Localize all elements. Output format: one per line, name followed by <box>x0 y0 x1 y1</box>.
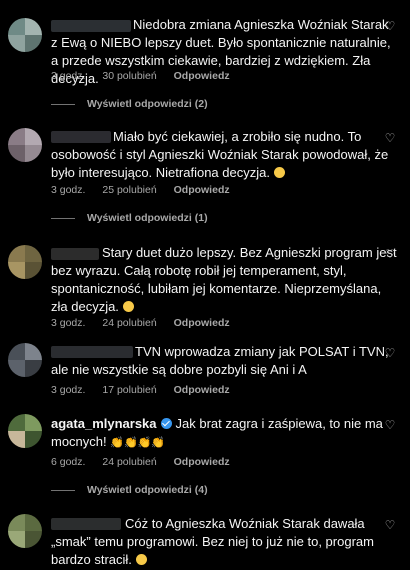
comment-text: TVN wprowadza zmiany jak POLSAT i TVN, a… <box>51 344 389 377</box>
like-heart-icon[interactable]: ♡ <box>384 419 396 431</box>
avatar[interactable] <box>8 18 42 52</box>
avatar[interactable] <box>8 514 42 548</box>
comment-likes[interactable]: 24 polubień <box>102 317 156 329</box>
disappointed-emoji-icon <box>122 301 134 312</box>
comment-time: 3 godz. <box>51 317 86 329</box>
like-heart-icon[interactable]: ♡ <box>384 347 396 359</box>
avatar[interactable] <box>8 343 42 377</box>
view-replies-button[interactable]: Wyświetl odpowiedzi (1) <box>51 212 208 224</box>
comment-meta: 3 godz. 30 polubień Odpowiedz <box>51 70 244 82</box>
comment-text: Stary duet dużo lepszy. Bez Agnieszki pr… <box>51 245 397 314</box>
reply-button[interactable]: Odpowiedz <box>174 456 230 468</box>
replies-divider <box>51 489 75 491</box>
view-replies-button[interactable]: Wyświetl odpowiedzi (4) <box>51 484 208 496</box>
unamused-emoji-icon <box>273 167 285 178</box>
comment-text: Cóż to Agnieszka Woźniak Starak dawała „… <box>51 516 374 567</box>
view-replies-button[interactable]: Wyświetl odpowiedzi (2) <box>51 98 208 110</box>
like-heart-icon[interactable]: ♡ <box>384 20 396 32</box>
like-heart-icon[interactable]: ♡ <box>384 519 396 531</box>
like-heart-icon[interactable]: ♡ <box>384 248 396 260</box>
comment-text: agata_mlynarska Jak brat zagra i zaśpiewa… <box>51 415 398 452</box>
view-replies-label: Wyświetl odpowiedzi (1) <box>87 212 208 224</box>
comment-meta: 3 godz. 24 polubień Odpowiedz <box>51 317 244 329</box>
comment-time: 3 godz. <box>51 184 86 196</box>
view-replies-label: Wyświetl odpowiedzi (4) <box>87 484 208 496</box>
replies-divider <box>51 103 75 105</box>
reply-button[interactable]: Odpowiedz <box>174 317 230 329</box>
comment-time: 3 godz. <box>51 70 86 82</box>
reply-button[interactable]: Odpowiedz <box>174 70 230 82</box>
reply-button[interactable]: Odpowiedz <box>174 184 230 196</box>
reply-button[interactable]: Odpowiedz <box>174 384 230 396</box>
comment-meta: 3 godz. 25 polubień Odpowiedz <box>51 184 244 196</box>
avatar[interactable] <box>8 245 42 279</box>
comment-likes[interactable]: 17 polubień <box>102 384 156 396</box>
comment-text: Miało być ciekawiej, a zrobiło się nudno… <box>51 129 389 180</box>
like-heart-icon[interactable]: ♡ <box>384 132 396 144</box>
verified-badge-icon <box>160 418 172 429</box>
comment-likes[interactable]: 25 polubień <box>102 184 156 196</box>
username[interactable]: agata_mlynarska <box>51 416 157 431</box>
clapping-hands-icon: 👏👏👏👏 <box>110 437 166 449</box>
comment-likes[interactable]: 30 polubień <box>102 70 156 82</box>
comment-time: 3 godz. <box>51 384 86 396</box>
view-replies-label: Wyświetl odpowiedzi (2) <box>87 98 208 110</box>
confounded-emoji-icon <box>135 554 147 565</box>
comment-meta: 3 godz. 17 polubień Odpowiedz <box>51 384 244 396</box>
comment-time: 6 godz. <box>51 456 86 468</box>
avatar[interactable] <box>8 414 42 448</box>
replies-divider <box>51 217 75 219</box>
comment-likes[interactable]: 24 polubień <box>102 456 156 468</box>
comment-meta: 6 godz. 24 polubień Odpowiedz <box>51 456 244 468</box>
avatar[interactable] <box>8 128 42 162</box>
